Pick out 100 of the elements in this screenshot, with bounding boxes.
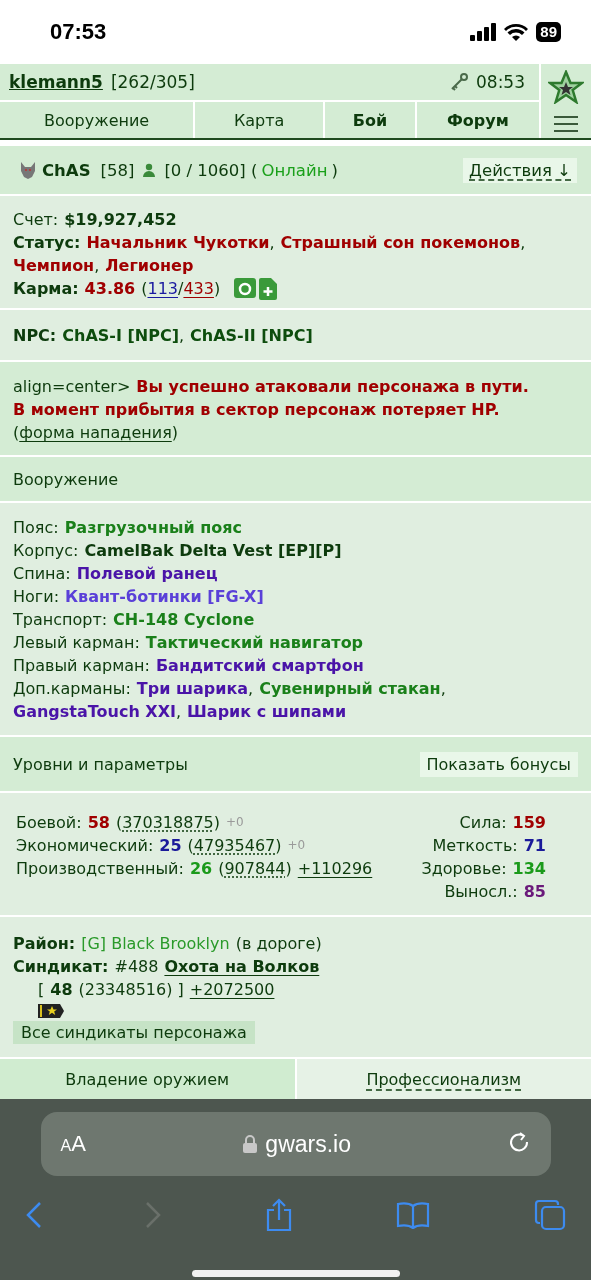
value-text: $19,927,452 bbox=[64, 209, 177, 231]
field-label: NPC: bbox=[13, 325, 57, 347]
text: ) bbox=[171, 422, 178, 444]
field-label: Ноги: bbox=[13, 586, 59, 608]
server-time: 08:53 bbox=[476, 72, 525, 92]
text: , bbox=[269, 232, 275, 254]
alert-text: Вы успешно атаковали персонажа в пути. bbox=[136, 376, 529, 398]
text: (в дороге) bbox=[235, 933, 322, 955]
link[interactable]: 433 bbox=[183, 277, 214, 300]
text: ) bbox=[331, 160, 338, 180]
star-icon bbox=[548, 69, 584, 104]
link[interactable]: 113 bbox=[147, 277, 178, 300]
text: [0 / 1060] ( bbox=[164, 160, 258, 180]
book-icon[interactable] bbox=[396, 1201, 430, 1229]
link[interactable]: форма нападения bbox=[19, 421, 172, 444]
field-label: Синдикат: bbox=[13, 956, 109, 978]
text: , bbox=[520, 232, 526, 254]
field-label: Транспорт: bbox=[13, 609, 108, 631]
add-file-icon bbox=[259, 277, 278, 300]
value-text: 43.86 bbox=[84, 278, 136, 300]
text: , bbox=[248, 678, 254, 700]
text: ) bbox=[275, 835, 282, 857]
value-text: 134 bbox=[512, 858, 546, 880]
text: [58] bbox=[100, 160, 135, 180]
nav-tab[interactable]: Форум bbox=[416, 102, 539, 138]
hp-text: [262/305] bbox=[110, 72, 195, 92]
field-label: Район: bbox=[13, 933, 76, 955]
item-link[interactable]: Квант-ботинки [FG-X] bbox=[65, 585, 264, 608]
bonus-text: +0 bbox=[226, 814, 244, 831]
experience-value[interactable]: 907844 bbox=[224, 857, 286, 880]
person-icon bbox=[142, 163, 157, 177]
field-label: Пояс: bbox=[13, 517, 59, 539]
item-link[interactable]: Сувенирный стакан bbox=[259, 677, 441, 700]
text: , bbox=[176, 701, 182, 723]
item-link[interactable]: Бандитский смартфон bbox=[155, 654, 364, 677]
forward-icon[interactable] bbox=[145, 1201, 161, 1229]
link[interactable]: Охота на Волков bbox=[164, 955, 320, 978]
text-size-button[interactable]: AA bbox=[60, 1131, 86, 1157]
item-link[interactable]: GangstaTouch XXI bbox=[13, 700, 176, 723]
lock-icon bbox=[243, 1135, 258, 1153]
actions-button[interactable]: Действия ↓ bbox=[463, 157, 577, 183]
npc-link[interactable]: ChAS-I [NPC] bbox=[62, 324, 179, 347]
field-label: Доп.карманы: bbox=[13, 678, 131, 700]
field-label: Выносл.: bbox=[444, 881, 518, 903]
experience-value[interactable]: 370318875 bbox=[122, 811, 214, 834]
show-bonuses-button[interactable]: Показать бонусы bbox=[419, 751, 578, 777]
item-link[interactable]: Шарик с шипами bbox=[187, 700, 347, 723]
text: ( bbox=[141, 278, 148, 300]
link[interactable]: +110296 bbox=[297, 857, 373, 880]
tabs-icon[interactable] bbox=[533, 1199, 566, 1231]
rank-badge-icon bbox=[38, 1004, 64, 1018]
text: , bbox=[94, 255, 100, 277]
nav-tab[interactable]: Вооружение bbox=[0, 102, 194, 138]
text: ) bbox=[213, 278, 221, 300]
title-link[interactable]: Начальник Чукотки bbox=[86, 231, 270, 254]
text: ( bbox=[218, 858, 225, 880]
link[interactable]: +2072500 bbox=[189, 978, 275, 1001]
all-syndicates-button[interactable]: Все синдикаты персонажа bbox=[13, 1021, 255, 1044]
username-link[interactable]: klemann5 bbox=[9, 72, 103, 92]
text: ) bbox=[285, 858, 292, 880]
wifi-icon bbox=[504, 23, 529, 41]
item-link[interactable]: Три шарика bbox=[136, 677, 249, 700]
section-title: Вооружение bbox=[13, 469, 119, 489]
url-text[interactable]: gwars.io bbox=[265, 1130, 351, 1158]
character-name[interactable]: ChAS bbox=[42, 160, 91, 180]
item-link[interactable]: Тактический навигатор bbox=[145, 631, 364, 654]
nav-tab[interactable]: Бой bbox=[325, 102, 415, 138]
title-link[interactable]: Чемпион bbox=[13, 254, 95, 277]
value-text: 58 bbox=[87, 812, 110, 834]
field-label: Корпус: bbox=[13, 540, 79, 562]
text: ( bbox=[115, 812, 123, 834]
text: [ bbox=[38, 979, 45, 1001]
nav-tab[interactable]: Карта bbox=[195, 102, 324, 138]
menu-icon bbox=[554, 114, 578, 133]
text: ( bbox=[13, 422, 20, 444]
share-icon[interactable] bbox=[264, 1198, 293, 1232]
value-text: 71 bbox=[523, 835, 546, 857]
wolf-icon bbox=[18, 160, 38, 180]
field-label: Меткость: bbox=[432, 835, 518, 857]
section-title: Уровни и параметры bbox=[13, 754, 188, 774]
value-text: 159 bbox=[512, 812, 546, 834]
field-label: Спина: bbox=[13, 563, 71, 585]
title-link[interactable]: Легионер bbox=[105, 254, 194, 277]
item-link[interactable]: CH-148 Cyclone bbox=[113, 608, 255, 631]
value-text: 25 bbox=[159, 835, 182, 857]
clock-time: 07:53 bbox=[50, 19, 107, 45]
back-icon[interactable] bbox=[25, 1201, 42, 1229]
title-link[interactable]: Страшный сон покемонов bbox=[280, 231, 521, 254]
item-link[interactable]: CamelBak Delta Vest [EP][P] bbox=[84, 539, 342, 562]
npc-link[interactable]: ChAS-II [NPC] bbox=[190, 324, 313, 347]
item-link[interactable]: Полевой ранец bbox=[76, 562, 218, 585]
field-label: Экономический: bbox=[16, 835, 154, 857]
tab[interactable]: Владение оружием bbox=[0, 1059, 295, 1099]
field-label: Производственный: bbox=[16, 858, 184, 880]
alert-text: В момент прибытия в сектор персонаж потеряет HP. bbox=[13, 399, 500, 421]
tab[interactable]: Профессионализм bbox=[296, 1059, 591, 1099]
item-link[interactable]: Разгрузочный пояс bbox=[64, 516, 243, 539]
experience-value[interactable]: 47935467 bbox=[193, 834, 276, 857]
key-icon bbox=[450, 73, 468, 91]
text: align=center> bbox=[13, 376, 131, 398]
